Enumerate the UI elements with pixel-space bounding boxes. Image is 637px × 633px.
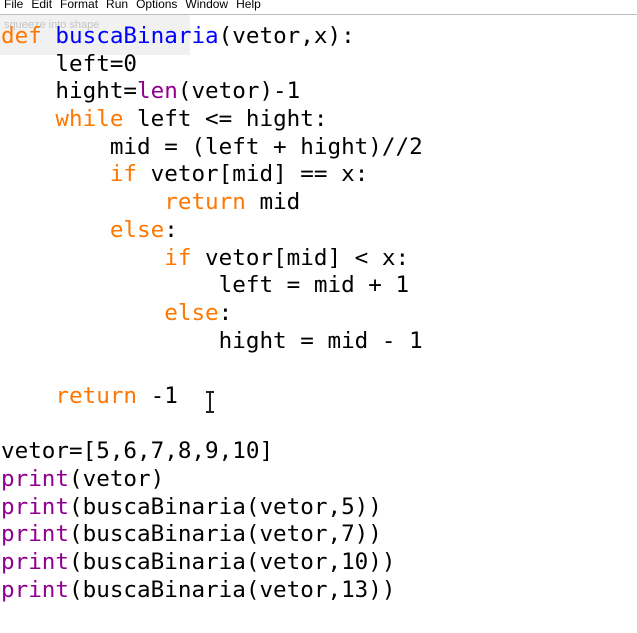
code-token: (buscaBinaria(vetor,5)) xyxy=(69,493,382,520)
code-token: (vetor,x): xyxy=(218,23,355,49)
code-token: print xyxy=(1,466,70,492)
code-token: while xyxy=(55,106,124,133)
menu-bar: File Edit Format Run Options Window Help xyxy=(0,0,637,15)
code-token: return xyxy=(164,189,246,216)
code-token: hight= xyxy=(1,78,138,105)
menu-item-edit[interactable]: Edit xyxy=(27,0,56,10)
code-line: mid = (left + hight)//2 xyxy=(1,134,423,162)
code-token: print xyxy=(1,493,70,520)
code-token: if xyxy=(164,244,192,271)
code-token: (vetor)-1 xyxy=(177,78,301,105)
menu-item-window[interactable]: Window xyxy=(181,0,232,10)
code-line: print(vetor) xyxy=(1,466,423,494)
code-token: def xyxy=(1,23,42,49)
code-line: hight=len(vetor)-1 xyxy=(1,78,423,106)
code-line: def buscaBinaria(vetor,x): xyxy=(1,23,423,51)
code-token: vetor=[5,6,7,8,9,10] xyxy=(1,438,274,465)
code-line: left=0 xyxy=(1,51,423,79)
code-token: len xyxy=(137,78,178,105)
code-token: : xyxy=(218,299,233,326)
code-line: if vetor[mid] < x: xyxy=(1,245,423,273)
code-token: print xyxy=(1,549,70,576)
code-line: return mid xyxy=(1,189,423,217)
code-line: print(buscaBinaria(vetor,13)) xyxy=(1,577,423,605)
code-token: (vetor) xyxy=(69,466,165,492)
menu-item-options[interactable]: Options xyxy=(132,0,181,10)
menu-item-run[interactable]: Run xyxy=(102,0,132,10)
code-token: hight = mid - 1 xyxy=(1,327,423,354)
code-token: vetor[mid] < x: xyxy=(191,244,410,271)
code-token: print xyxy=(1,576,70,603)
code-token: left=0 xyxy=(1,50,138,77)
code-line: if vetor[mid] == x: xyxy=(1,161,423,189)
menu-item-file[interactable]: File xyxy=(0,0,27,10)
menu-item-format[interactable]: Format xyxy=(56,0,102,10)
code-line: print(buscaBinaria(vetor,10)) xyxy=(1,549,423,577)
code-line: vetor=[5,6,7,8,9,10] xyxy=(1,438,423,466)
code-line: while left <= hight: xyxy=(1,106,423,134)
code-line: print(buscaBinaria(vetor,7)) xyxy=(1,521,423,549)
code-editor[interactable]: def buscaBinaria(vetor,x): left=0 hight=… xyxy=(1,23,423,604)
code-line: left = mid + 1 xyxy=(1,272,423,300)
code-line: hight = mid - 1 xyxy=(1,328,423,356)
code-token: buscaBinaria xyxy=(55,23,219,49)
code-token: else xyxy=(109,216,165,243)
code-token: print xyxy=(1,521,70,548)
code-token: if xyxy=(109,161,138,188)
code-token: (buscaBinaria(vetor,10)) xyxy=(69,549,396,576)
code-token: mid = (left + hight)//2 xyxy=(1,133,423,160)
code-line: else: xyxy=(1,300,423,328)
code-token: (buscaBinaria(vetor,13)) xyxy=(69,576,396,603)
code-token: mid xyxy=(245,189,301,216)
code-token: vetor[mid] == x: xyxy=(137,161,369,188)
code-token: : xyxy=(164,216,178,243)
code-token: left = mid + 1 xyxy=(1,272,410,299)
code-line: print(buscaBinaria(vetor,5)) xyxy=(1,494,423,522)
code-token: -1 xyxy=(137,382,178,409)
code-line: else: xyxy=(1,217,423,245)
code-token: (buscaBinaria(vetor,7)) xyxy=(69,521,382,548)
code-token: return xyxy=(55,382,138,409)
menu-item-help[interactable]: Help xyxy=(232,0,265,10)
text-cursor-icon xyxy=(206,391,214,413)
code-token: else xyxy=(164,299,219,326)
code-token: left <= hight: xyxy=(123,106,328,133)
